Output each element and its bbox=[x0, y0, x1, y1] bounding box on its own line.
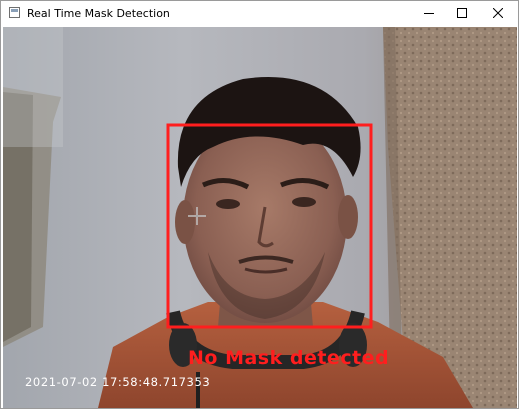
close-button[interactable] bbox=[478, 1, 518, 27]
detection-label: No Mask detected bbox=[188, 347, 390, 369]
minimize-icon bbox=[423, 8, 434, 21]
app-icon bbox=[9, 7, 20, 18]
webcam-feed: No Mask detected 2021-07-02 17:58:48.717… bbox=[3, 27, 517, 408]
minimize-button[interactable] bbox=[412, 1, 445, 27]
app-window: Real Time Mask Detection No Mask detecte… bbox=[0, 0, 519, 409]
maximize-button[interactable] bbox=[445, 1, 478, 27]
close-icon bbox=[492, 7, 504, 21]
title-bar[interactable]: Real Time Mask Detection bbox=[1, 1, 518, 27]
frame-timestamp: 2021-07-02 17:58:48.717353 bbox=[25, 375, 211, 389]
maximize-icon bbox=[456, 7, 467, 21]
window-title: Real Time Mask Detection bbox=[27, 7, 170, 20]
